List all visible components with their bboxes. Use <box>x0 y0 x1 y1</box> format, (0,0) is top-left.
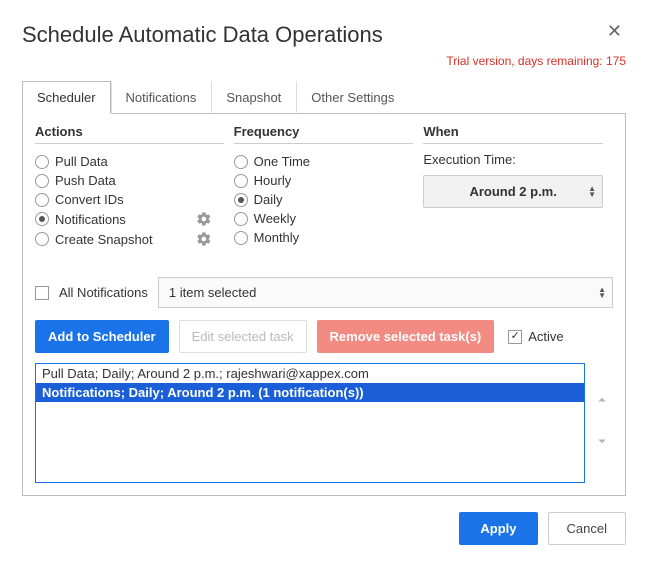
action-label: Create Snapshot <box>55 232 153 247</box>
stepper-arrows-icon: ▲▼ <box>588 186 596 198</box>
radio-icon <box>234 174 248 188</box>
radio-icon <box>35 212 49 226</box>
tab-notifications[interactable]: Notifications <box>111 81 212 114</box>
notifications-select[interactable]: 1 item selected ▲▼ <box>158 277 613 308</box>
all-notifications-label: All Notifications <box>59 285 148 300</box>
radio-icon <box>234 155 248 169</box>
move-down-button[interactable] <box>593 432 611 455</box>
actions-heading: Actions <box>35 124 224 144</box>
task-row[interactable]: Notifications; Daily; Around 2 p.m. (1 n… <box>36 383 584 402</box>
freq-one-time[interactable]: One Time <box>234 152 414 171</box>
active-label: Active <box>528 329 563 344</box>
freq-label: Monthly <box>254 230 300 245</box>
freq-label: Daily <box>254 192 283 207</box>
execution-time-label: Execution Time: <box>423 152 603 167</box>
add-to-scheduler-button[interactable]: Add to Scheduler <box>35 320 169 353</box>
radio-icon <box>35 155 49 169</box>
radio-icon <box>234 193 248 207</box>
trial-notice: Trial version, days remaining: 175 <box>22 54 626 68</box>
action-pull-data[interactable]: Pull Data <box>35 152 224 171</box>
tab-bar: Scheduler Notifications Snapshot Other S… <box>22 80 626 114</box>
tab-other-settings[interactable]: Other Settings <box>296 81 409 114</box>
radio-icon <box>35 232 49 246</box>
active-checkbox[interactable] <box>508 330 522 344</box>
stepper-arrows-icon: ▲▼ <box>598 287 606 299</box>
scheduler-panel: Actions Pull Data Push Data Convert IDs … <box>22 114 626 496</box>
cancel-button[interactable]: Cancel <box>548 512 626 545</box>
radio-icon <box>35 193 49 207</box>
notifications-select-value: 1 item selected <box>169 285 256 300</box>
radio-icon <box>35 174 49 188</box>
action-label: Push Data <box>55 173 116 188</box>
frequency-heading: Frequency <box>234 124 414 144</box>
apply-button[interactable]: Apply <box>459 512 537 545</box>
radio-icon <box>234 231 248 245</box>
action-convert-ids[interactable]: Convert IDs <box>35 190 224 209</box>
tab-scheduler[interactable]: Scheduler <box>22 81 111 114</box>
execution-time-select[interactable]: Around 2 p.m. ▲▼ <box>423 175 603 208</box>
action-create-snapshot[interactable]: Create Snapshot <box>35 229 224 249</box>
freq-label: Hourly <box>254 173 292 188</box>
freq-weekly[interactable]: Weekly <box>234 209 414 228</box>
dialog-title: Schedule Automatic Data Operations <box>22 22 383 48</box>
gear-icon[interactable] <box>196 231 212 247</box>
schedule-dialog: Schedule Automatic Data Operations ✕ Tri… <box>0 0 648 563</box>
radio-icon <box>234 212 248 226</box>
tab-snapshot[interactable]: Snapshot <box>211 81 296 114</box>
action-push-data[interactable]: Push Data <box>35 171 224 190</box>
freq-label: One Time <box>254 154 310 169</box>
tasks-listbox[interactable]: Pull Data; Daily; Around 2 p.m.; rajeshw… <box>35 363 585 483</box>
freq-hourly[interactable]: Hourly <box>234 171 414 190</box>
freq-label: Weekly <box>254 211 296 226</box>
move-up-button[interactable] <box>593 391 611 414</box>
remove-selected-tasks-button[interactable]: Remove selected task(s) <box>317 320 495 353</box>
execution-time-value: Around 2 p.m. <box>469 184 556 199</box>
gear-icon[interactable] <box>196 211 212 227</box>
freq-monthly[interactable]: Monthly <box>234 228 414 247</box>
task-row[interactable]: Pull Data; Daily; Around 2 p.m.; rajeshw… <box>36 364 584 383</box>
action-label: Notifications <box>55 212 126 227</box>
close-icon[interactable]: ✕ <box>603 18 626 44</box>
freq-daily[interactable]: Daily <box>234 190 414 209</box>
action-label: Pull Data <box>55 154 108 169</box>
action-label: Convert IDs <box>55 192 124 207</box>
edit-selected-task-button[interactable]: Edit selected task <box>179 320 307 353</box>
action-notifications[interactable]: Notifications <box>35 209 224 229</box>
when-heading: When <box>423 124 603 144</box>
all-notifications-checkbox[interactable] <box>35 286 49 300</box>
